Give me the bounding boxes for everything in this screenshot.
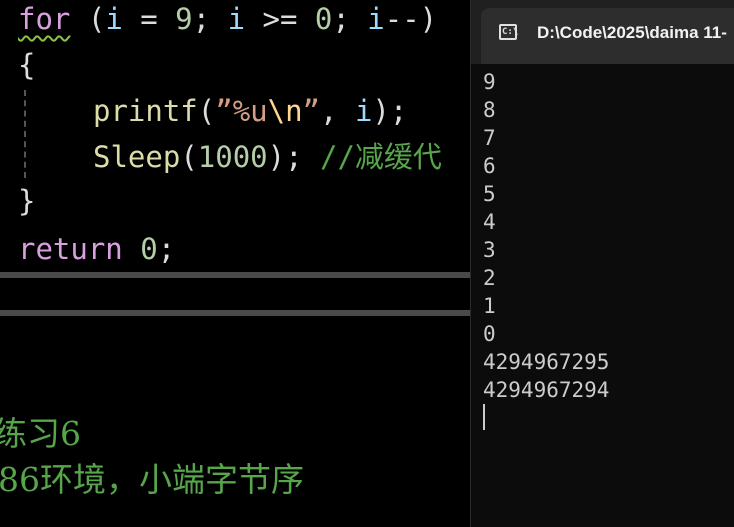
code-token: ; xyxy=(192,2,228,36)
code-token: i xyxy=(367,2,385,36)
screen: for (i = 9; i >= 0; i--) { printf(”%u\n”… xyxy=(0,0,734,527)
code-token: ” xyxy=(302,94,321,128)
code-token: 9 xyxy=(175,2,193,36)
code-token: ); xyxy=(267,140,321,174)
pane-splitter-top[interactable] xyxy=(0,272,470,278)
output-line: 9 xyxy=(483,70,496,94)
output-line: 3 xyxy=(483,238,496,262)
code-token: = xyxy=(122,2,176,36)
code-editor[interactable]: for (i = 9; i >= 0; i--) { printf(”%u\n”… xyxy=(0,0,470,527)
terminal-icon: C:\ xyxy=(499,24,519,40)
code-token: ( xyxy=(180,140,198,174)
code-token: //减缓代 xyxy=(320,140,442,174)
output-line: 4294967294 xyxy=(483,378,610,402)
output-line: 2 xyxy=(483,266,496,290)
comment-line-exercise: 练习6 xyxy=(0,414,81,453)
code-token: 0 xyxy=(140,232,158,266)
output-line: 0 xyxy=(483,322,496,346)
code-line-for: for (i = 9; i >= 0; i--) xyxy=(18,2,437,36)
code-line-return: return 0; xyxy=(18,232,175,266)
output-line: 4 xyxy=(483,210,496,234)
output-line: 5 xyxy=(483,182,496,206)
output-line: 7 xyxy=(483,126,496,150)
pane-splitter-bottom[interactable] xyxy=(0,310,470,316)
code-token: ( xyxy=(197,94,216,128)
code-token: 1000 xyxy=(197,140,268,174)
output-line: 4294967295 xyxy=(483,350,610,374)
text-cursor xyxy=(483,404,485,430)
console-output[interactable]: 9 8 7 6 5 4 3 2 1 0 4294967295 429496729… xyxy=(483,68,733,430)
code-token: i xyxy=(354,94,373,128)
code-token: } xyxy=(18,184,36,218)
console-window[interactable]: C:\ D:\Code\2025\daima 11- 9 8 7 6 5 4 3… xyxy=(470,0,734,527)
code-token: Sleep xyxy=(93,140,181,174)
output-line: 1 xyxy=(483,294,496,318)
code-token: return xyxy=(18,232,123,266)
code-token: i xyxy=(227,2,246,36)
indent-guide xyxy=(24,90,26,178)
console-tab[interactable]: C:\ D:\Code\2025\daima 11- xyxy=(481,8,734,64)
code-token: >= xyxy=(245,2,315,36)
code-token: , xyxy=(320,94,355,128)
code-line-printf: printf(”%u\n”, i); xyxy=(93,94,407,128)
code-token: \n xyxy=(267,94,303,128)
code-line-brace-open: { xyxy=(18,48,35,82)
code-token: ; xyxy=(332,2,368,36)
code-token: { xyxy=(18,48,36,82)
code-line-brace-close: } xyxy=(18,184,35,218)
comment-line-endianness: 86环境，小端字节序 xyxy=(0,460,304,499)
code-token: printf xyxy=(93,94,198,128)
code-line-sleep: Sleep(1000); //减缓代 xyxy=(93,140,442,174)
output-line: 8 xyxy=(483,98,496,122)
output-line: 6 xyxy=(483,154,496,178)
code-token: ”%u xyxy=(215,94,268,128)
code-token: ; xyxy=(157,232,176,266)
code-token: ( xyxy=(70,2,106,36)
terminal-icon-label: C:\ xyxy=(502,27,519,37)
code-token: 0 xyxy=(314,2,333,36)
console-titlebar[interactable]: C:\ D:\Code\2025\daima 11- xyxy=(471,0,734,64)
code-token: --) xyxy=(384,2,438,36)
code-token: ); xyxy=(372,94,408,128)
for-keyword: for xyxy=(18,2,71,36)
code-token: i xyxy=(105,2,123,36)
console-tab-title: D:\Code\2025\daima 11- xyxy=(537,23,727,42)
